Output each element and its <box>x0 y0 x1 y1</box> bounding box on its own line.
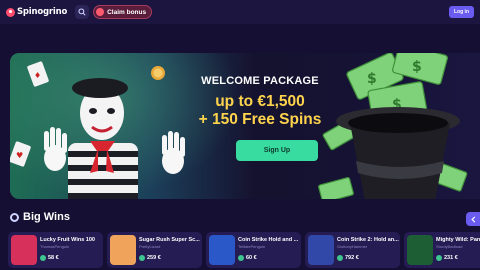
win-card[interactable]: Mighty Wild: Pan... SturdyBadtoad 231 € <box>404 232 480 268</box>
logo-icon <box>6 7 15 17</box>
win-amount-value: 259 € <box>147 255 161 261</box>
win-game-name: Sugar Rush Super Sc... <box>139 237 200 243</box>
win-amount: 60 € <box>238 255 257 261</box>
svg-text:♦: ♦ <box>34 71 41 80</box>
magic-hat-illustration: $ $ $ <box>318 53 468 199</box>
win-game-name: Coin Strike 2: Hold an... <box>337 237 399 243</box>
search-icon <box>78 8 86 16</box>
coin-icon <box>337 255 343 261</box>
win-amount: 259 € <box>139 255 161 261</box>
login-label: Log in <box>454 9 469 15</box>
win-username: SturdyBadtoad <box>436 244 463 249</box>
win-card[interactable]: Coin Strike Hold and ... TelltalePenguin… <box>206 232 301 268</box>
win-card[interactable]: Lucky Fruit Wins 100 ThomasPenguin 58 € <box>8 232 103 268</box>
search-button[interactable] <box>75 5 90 19</box>
chevron-left-icon <box>470 215 475 223</box>
win-username: TelltalePenguin <box>238 244 266 249</box>
big-wins-prev-button[interactable] <box>466 212 480 226</box>
win-amount-value: 60 € <box>246 255 257 261</box>
logo-text: Spinogrino <box>17 7 68 17</box>
logo[interactable]: Spinogrino <box>6 7 67 17</box>
game-thumbnail <box>110 235 136 265</box>
game-thumbnail <box>407 235 433 265</box>
claim-bonus-label: Claim bonus <box>107 8 147 16</box>
offer-amount: up to €1,500 <box>215 93 305 110</box>
win-username: PrettyLizard <box>139 244 161 249</box>
game-thumbnail <box>11 235 37 265</box>
login-button[interactable]: Log in <box>449 6 474 18</box>
welcome-heading: WELCOME PACKAGE <box>201 75 319 87</box>
svg-text:$: $ <box>412 59 422 75</box>
big-wins-title: Big Wins <box>23 211 70 223</box>
win-card[interactable]: Sugar Rush Super Sc... PrettyLizard 259 … <box>107 232 202 268</box>
trophy-icon <box>10 212 19 222</box>
game-thumbnail <box>308 235 334 265</box>
game-thumbnail <box>209 235 235 265</box>
offer-free-spins: + 150 Free Spins <box>198 111 322 128</box>
banner-text: WELCOME PACKAGE up to €1,500 + 150 Free … <box>185 75 335 129</box>
win-amount-value: 58 € <box>48 255 59 261</box>
win-amount-value: 792 € <box>345 255 359 261</box>
win-username: GluttonyHammer <box>337 244 368 249</box>
win-amount: 231 € <box>436 255 458 261</box>
coin-icon <box>40 255 46 261</box>
win-card[interactable]: Coin Strike 2: Hold an... GluttonyHammer… <box>305 232 400 268</box>
welcome-banner: ♦ ♥ $ $ $ WELCOME PACKAGE up to €1,500 +… <box>10 53 480 199</box>
coin-icon <box>139 255 145 261</box>
claim-bonus-button[interactable]: Claim bonus <box>93 5 153 19</box>
win-amount-value: 231 € <box>444 255 458 261</box>
big-wins-heading: Big Wins <box>10 211 70 223</box>
win-username: ThomasPenguin <box>40 244 70 249</box>
top-header: Spinogrino Claim bonus Log in <box>0 0 480 24</box>
win-game-name: Coin Strike Hold and ... <box>238 237 299 243</box>
win-game-name: Mighty Wild: Pan... <box>436 237 480 243</box>
coin-icon <box>436 255 442 261</box>
gift-icon <box>96 8 105 16</box>
coin-icon <box>238 255 244 261</box>
signup-label: Sign Up <box>263 147 291 154</box>
win-amount: 58 € <box>40 255 59 261</box>
svg-text:$: $ <box>367 71 377 87</box>
win-amount: 792 € <box>337 255 359 261</box>
signup-button[interactable]: Sign Up <box>236 140 318 161</box>
win-game-name: Lucky Fruit Wins 100 <box>40 237 95 243</box>
svg-text:♥: ♥ <box>16 151 23 160</box>
